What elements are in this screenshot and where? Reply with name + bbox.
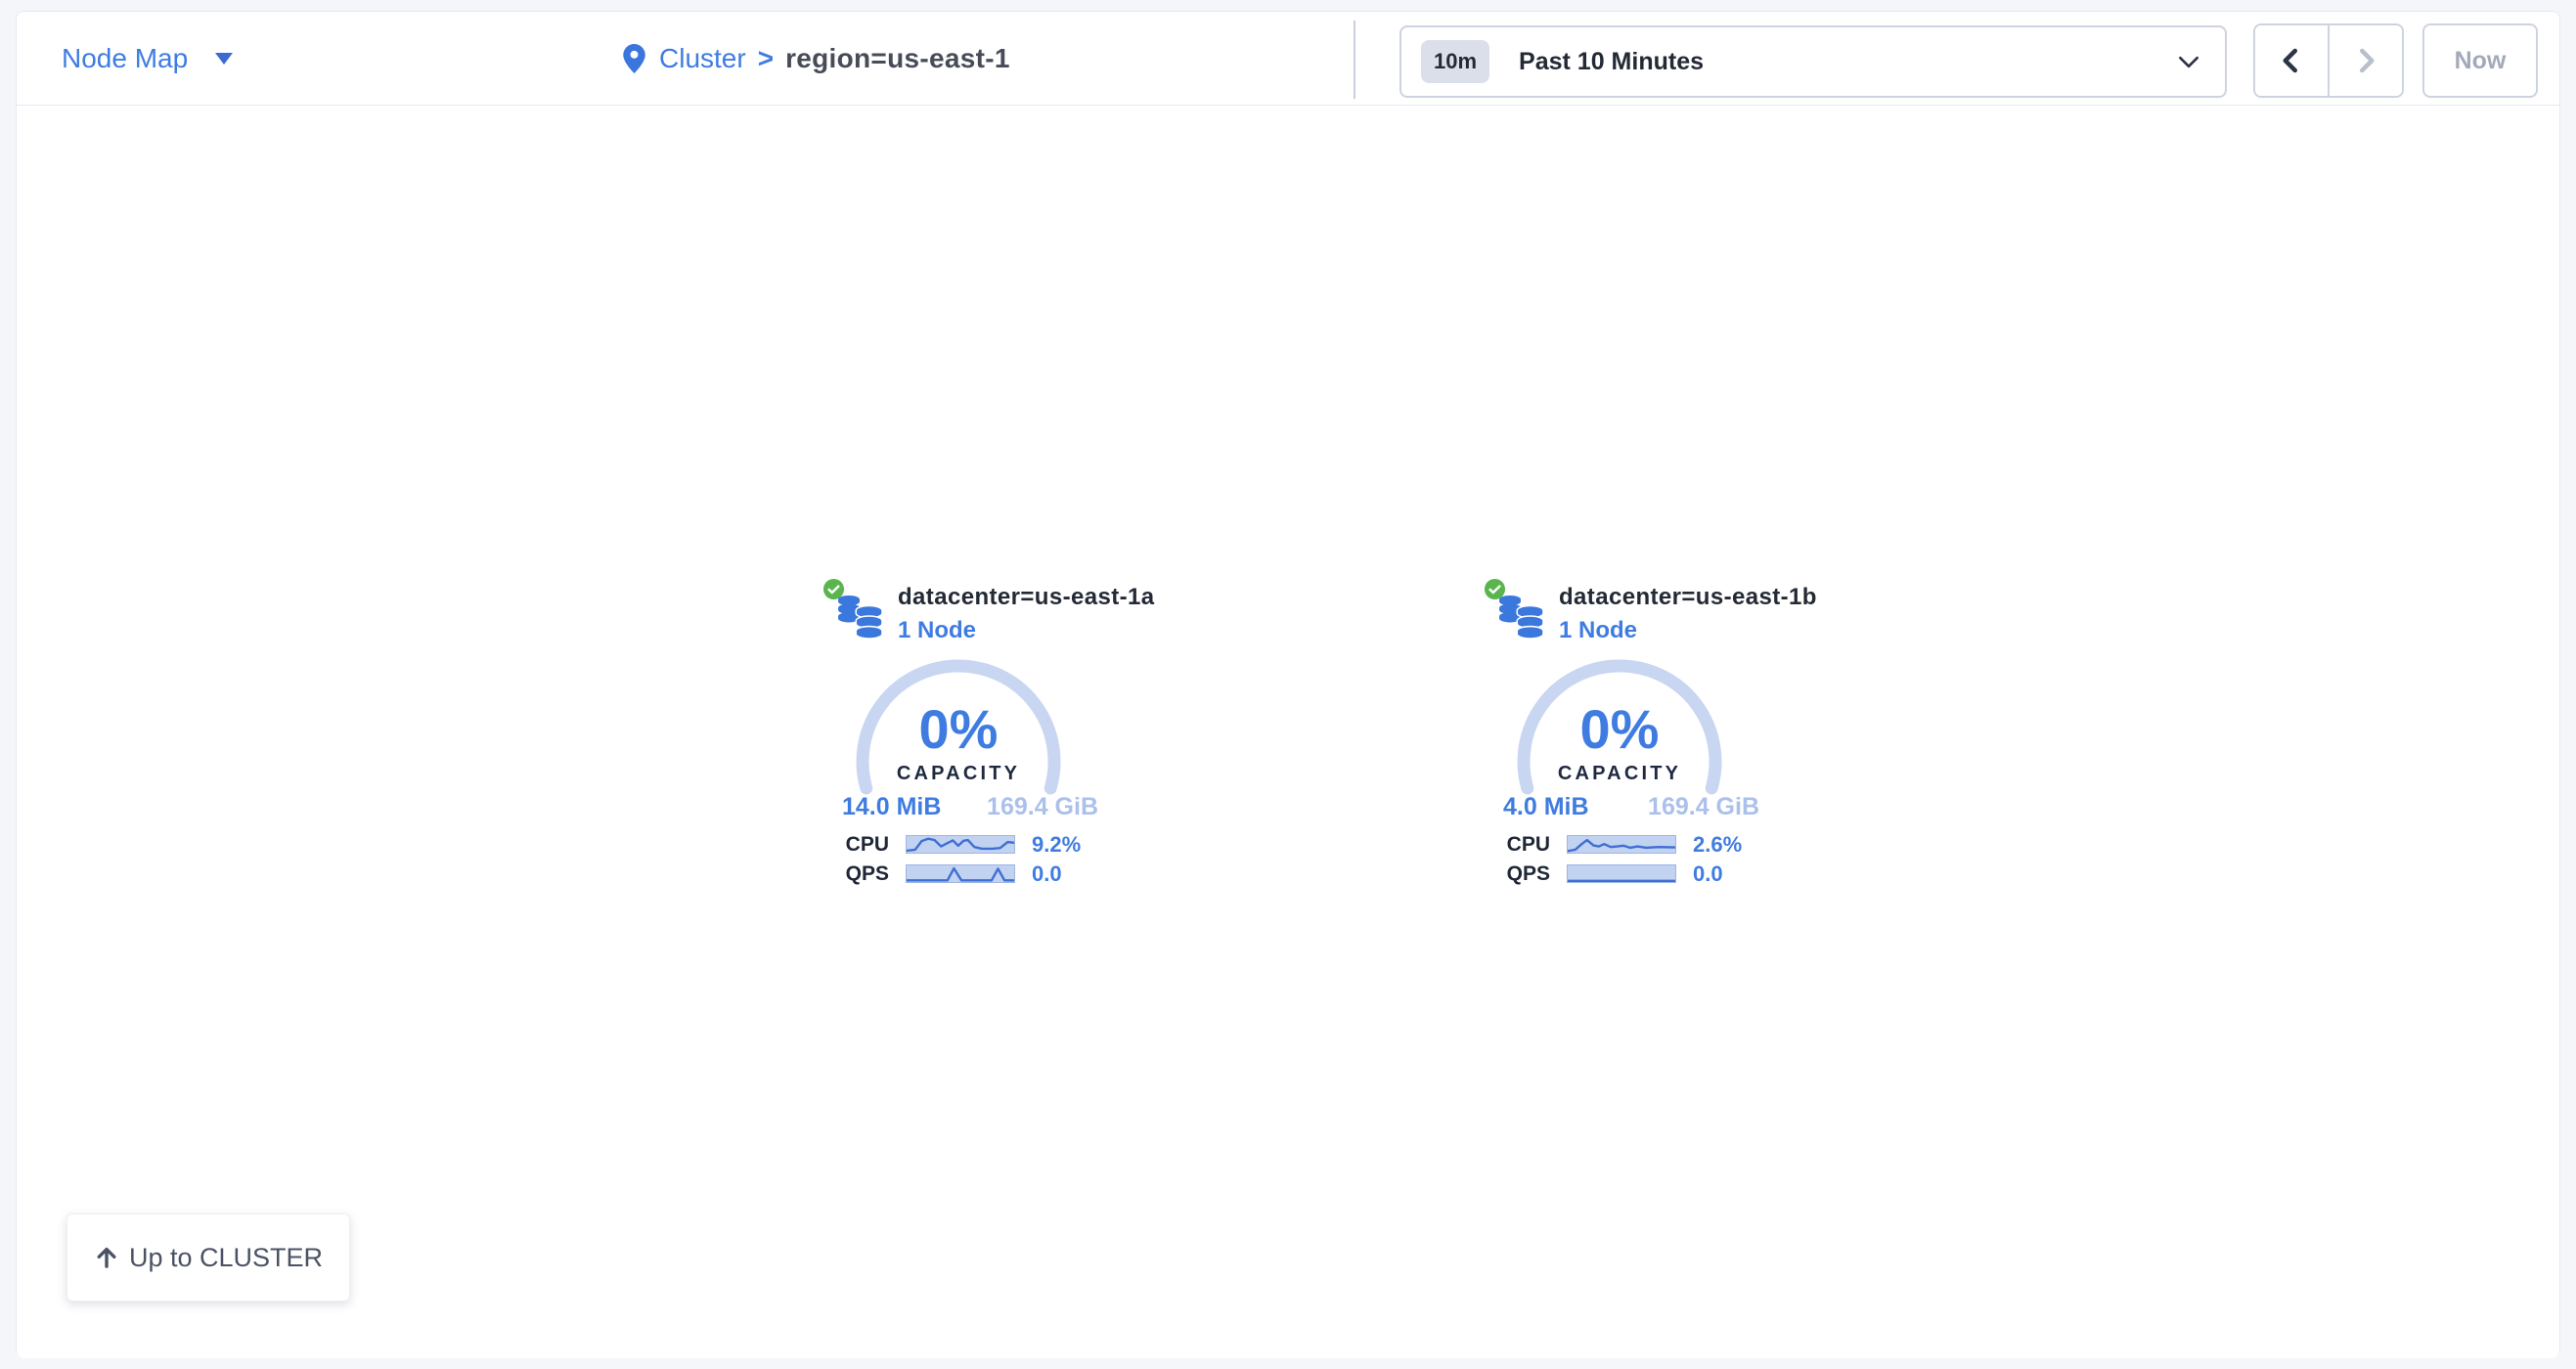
time-window-label: Past 10 Minutes <box>1519 48 1704 76</box>
up-to-cluster-button[interactable]: Up to CLUSTER <box>67 1214 350 1302</box>
capacity-used: 4.0 MiB <box>1503 793 1589 821</box>
capacity-values: 14.0 MiB 169.4 GiB <box>842 793 1098 821</box>
top-bar: Node Map Cluster > region=us-east-1 10m … <box>17 12 2559 106</box>
capacity-total: 169.4 GiB <box>987 793 1098 821</box>
capacity-caption: CAPACITY <box>856 763 1061 785</box>
header-divider <box>1354 21 1355 99</box>
locality-title: datacenter=us-east-1a <box>898 584 1155 611</box>
cpu-row: CPU 2.6% <box>1484 834 1816 856</box>
locality-title: datacenter=us-east-1b <box>1559 584 1817 611</box>
time-window-badge: 10m <box>1421 40 1489 83</box>
time-pager <box>2253 23 2404 98</box>
node-map-panel: Node Map Cluster > region=us-east-1 10m … <box>16 11 2560 1357</box>
locality-node-count: 1 Node <box>898 617 976 644</box>
capacity-percent: 0% <box>1517 702 1722 757</box>
qps-row: QPS 0.0 <box>822 863 1155 885</box>
chevron-down-icon <box>215 53 233 65</box>
qps-label: QPS <box>822 863 889 885</box>
capacity-gauge: 0% CAPACITY <box>1517 659 1722 796</box>
time-window-dropdown[interactable]: 10m Past 10 Minutes <box>1399 25 2227 98</box>
qps-label: QPS <box>1484 863 1550 885</box>
time-back-button[interactable] <box>2255 25 2330 96</box>
capacity-used: 14.0 MiB <box>842 793 941 821</box>
breadcrumb-separator: > <box>758 43 774 74</box>
qps-row: QPS 0.0 <box>1484 863 1816 885</box>
cpu-label: CPU <box>822 834 889 856</box>
now-button[interactable]: Now <box>2422 23 2538 98</box>
capacity-gauge: 0% CAPACITY <box>856 659 1061 796</box>
map-area: datacenter=us-east-1a 1 Node 0% CAPACITY… <box>17 107 2559 1358</box>
breadcrumb-cluster-link[interactable]: Cluster <box>659 43 746 74</box>
up-to-cluster-label: Up to CLUSTER <box>129 1243 323 1273</box>
cpu-label: CPU <box>1484 834 1550 856</box>
node-map-page: Node Map Cluster > region=us-east-1 10m … <box>0 0 2576 1369</box>
cpu-value: 2.6% <box>1693 834 1742 856</box>
time-forward-button[interactable] <box>2330 25 2402 96</box>
locality-card-us-east-1b[interactable]: datacenter=us-east-1b 1 Node 0% CAPACITY… <box>1484 576 1816 899</box>
capacity-caption: CAPACITY <box>1517 763 1722 785</box>
view-mode-label: Node Map <box>62 43 188 74</box>
qps-value: 0.0 <box>1032 863 1062 885</box>
capacity-total: 169.4 GiB <box>1648 793 1759 821</box>
chevron-left-icon <box>2277 44 2306 77</box>
qps-value: 0.0 <box>1693 863 1723 885</box>
cpu-sparkline <box>906 835 1015 854</box>
arrow-up-icon <box>94 1245 119 1270</box>
locality-node-count: 1 Node <box>1559 617 1637 644</box>
view-mode-dropdown[interactable]: Node Map <box>62 12 233 106</box>
capacity-percent: 0% <box>856 702 1061 757</box>
breadcrumb: Cluster > region=us-east-1 <box>623 12 1010 106</box>
location-pin-icon <box>623 44 645 73</box>
qps-sparkline <box>1567 864 1676 883</box>
cpu-value: 9.2% <box>1032 834 1081 856</box>
qps-sparkline <box>906 864 1015 883</box>
locality-card-us-east-1a[interactable]: datacenter=us-east-1a 1 Node 0% CAPACITY… <box>822 576 1155 899</box>
database-stack-icon <box>1498 596 1545 639</box>
chevron-right-icon <box>2351 44 2380 77</box>
database-stack-icon <box>837 596 884 639</box>
breadcrumb-current: region=us-east-1 <box>785 43 1010 74</box>
cpu-row: CPU 9.2% <box>822 834 1155 856</box>
capacity-values: 4.0 MiB 169.4 GiB <box>1503 793 1759 821</box>
cpu-sparkline <box>1567 835 1676 854</box>
chevron-down-icon <box>2178 56 2199 68</box>
